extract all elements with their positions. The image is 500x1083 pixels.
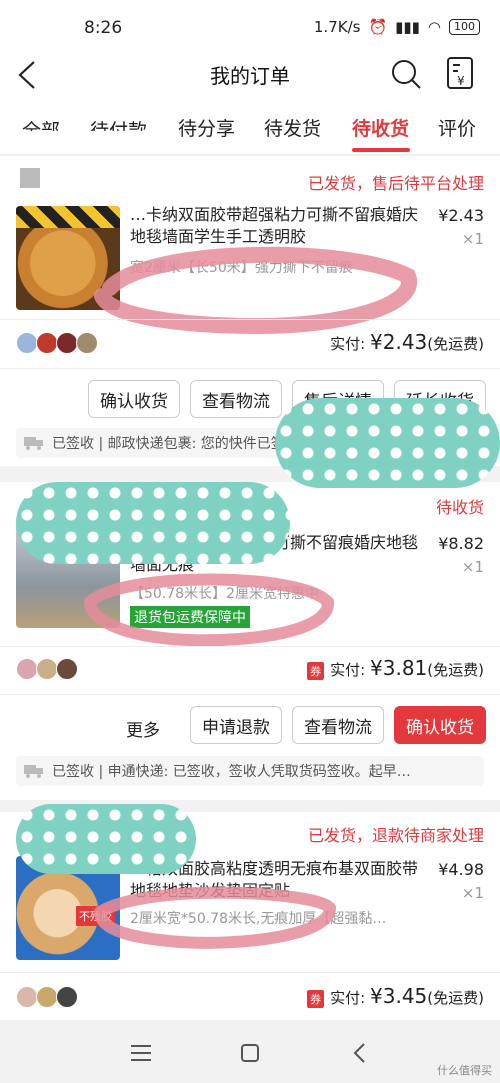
confirm-receipt-button[interactable]: 确认收货 [88,380,180,418]
privacy-mask [16,482,290,564]
logistics-bar[interactable]: 已签收 | 申通快递: 已签收，签收人凭取货码签收。起早… [16,756,484,786]
search-icon[interactable] [390,58,422,90]
divider [0,368,500,369]
order-card[interactable]: 待收货 …双面胶带超强粘力可撕不留痕婚庆地毯墙面无痕 【50.78米长】2厘米宽… [0,482,500,800]
product-qty: ×1 [461,558,484,576]
product-qty: ×1 [461,884,484,902]
request-refund-button[interactable]: 申请退款 [190,706,282,744]
tab-pending-share[interactable]: 待分享 [178,114,235,141]
product-qty: ×1 [461,230,484,248]
more-button[interactable]: 更多 [126,716,160,741]
system-nav-bar [0,1020,500,1083]
paid-label: 实付: [330,661,366,679]
avatar [16,986,38,1008]
confirm-receipt-button[interactable]: 确认收货 [394,706,486,744]
product-price: ¥4.98 [438,860,484,879]
avatar [36,986,58,1008]
paid-amount: 券实付: ¥3.45(免运费) [307,984,484,1008]
wifi-icon: ◠ [427,18,441,36]
shipping-note: (免运费) [427,335,484,353]
paid-amount: 实付: ¥2.43(免运费) [330,330,484,354]
active-tab-indicator [352,148,410,152]
status-time: 8:26 [84,18,123,38]
home-icon[interactable] [240,1043,260,1063]
status-icons: 1.7K/s ⏰ ▮▮▮ ◠ 100 [314,18,480,36]
product-price: ¥2.43 [438,206,484,225]
privacy-mask [16,804,196,874]
avatar [56,332,78,354]
order-card[interactable]: 已发货，退款待商家处理 不残胶 …格双面胶高粘度透明无痕布基双面胶带地毯地垫沙发… [0,804,500,1020]
alarm-icon: ⏰ [368,18,388,36]
shipping-note: (免运费) [427,989,484,1007]
paid-value: ¥3.45 [370,984,428,1008]
menu-icon[interactable] [130,1044,152,1062]
page-title: 我的订单 [210,64,290,88]
privacy-mask [275,398,500,488]
status-bar: 8:26 1.7K/s ⏰ ▮▮▮ ◠ 100 [0,0,500,56]
coupon-badge: 券 [307,661,325,680]
avatar [56,658,78,680]
coupon-badge: 券 [307,989,325,1008]
avatar [76,332,98,354]
tab-all[interactable]: 全部 [22,116,60,131]
logistics-text: 已签收 | 申通快递: 已签收，签收人凭取货码签收。起早… [52,764,411,780]
view-logistics-button[interactable]: 查看物流 [292,706,384,744]
view-logistics-button[interactable]: 查看物流 [190,380,282,418]
avatar [36,332,58,354]
red-scribble-annotation [94,886,337,949]
signal-icon: ▮▮▮ [395,18,420,36]
group-avatars [16,332,98,354]
order-tabs: 全部 待付款 待分享 待发货 待收货 评价 [0,100,500,155]
red-scribble-annotation [84,573,334,647]
logistics-text: 已签收 | 邮政快递包裹: 您的快件已签收… [52,436,313,452]
paid-label: 实付: [330,989,366,1007]
order-status: 已发货，售后待平台处理 [307,174,484,193]
truck-icon [24,437,43,450]
svg-text:¥: ¥ [457,74,465,88]
paid-value: ¥3.81 [370,656,428,680]
bill-icon[interactable]: ¥ [446,56,476,90]
order-status: 已发货，退款待商家处理 [307,826,484,845]
group-avatars [16,986,78,1008]
network-speed: 1.7K/s [313,18,361,36]
back-nav-icon[interactable] [352,1042,366,1064]
watermark: 什么值得买 [437,1064,492,1077]
divider [0,694,500,695]
avatar [56,986,78,1008]
avatar [36,658,58,680]
tab-pending-payment[interactable]: 待付款 [90,116,147,131]
tab-review[interactable]: 评价 [438,114,476,141]
tab-pending-receive[interactable]: 待收货 [352,114,409,141]
nav-bar: 我的订单 ¥ [0,56,500,100]
shipping-note: (免运费) [427,661,484,679]
product-price: ¥8.82 [438,534,484,553]
truck-icon [24,765,43,778]
divider [0,319,500,320]
divider [0,972,500,973]
paid-amount: 券实付: ¥3.81(免运费) [307,656,484,680]
avatar [16,658,38,680]
divider [0,646,500,647]
paid-value: ¥2.43 [370,330,428,354]
avatar [16,332,38,354]
battery-icon: 100 [449,19,480,35]
group-avatars [16,658,78,680]
order-status: 待收货 [435,498,484,517]
tab-pending-ship[interactable]: 待发货 [264,114,321,141]
paid-label: 实付: [330,335,366,353]
